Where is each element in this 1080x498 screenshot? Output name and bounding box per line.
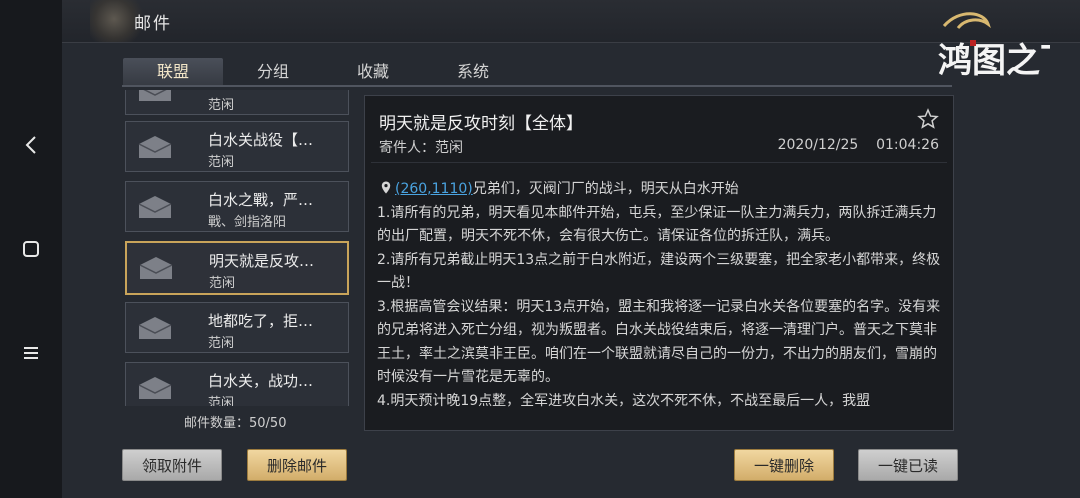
claim-attachments-button[interactable]: 领取附件 bbox=[122, 449, 222, 481]
top-bar: 邮件 bbox=[62, 0, 1080, 43]
mail-item[interactable]: 白水之戰，严… 戰、剑指洛阳 bbox=[125, 181, 349, 232]
back-icon[interactable] bbox=[14, 128, 48, 162]
envelope-icon bbox=[138, 136, 172, 158]
mail-sender: 范闲 bbox=[209, 276, 236, 291]
mail-item[interactable]: 范闲 bbox=[125, 90, 349, 115]
body-first-line: (260,1110)兄弟们，灭阀门厂的战斗，明天从白水开始 bbox=[377, 178, 943, 202]
mail-sender: 戰、剑指洛阳 bbox=[208, 215, 287, 230]
envelope-icon bbox=[138, 317, 172, 339]
tab-bar: 联盟 分组 收藏 系统 bbox=[120, 58, 1000, 86]
envelope-icon bbox=[139, 257, 173, 279]
body-paragraph: 2.请所有兄弟截止明天13点之前于白水附近，建设两个三级要塞，把全家老小都带来，… bbox=[377, 251, 941, 292]
tab-underline bbox=[122, 85, 952, 87]
mail-title: 白水之戰，严… bbox=[208, 191, 314, 209]
tab-alliance[interactable]: 联盟 bbox=[123, 58, 223, 86]
body-paragraph: 1.请所有的兄弟，明天看见本邮件开始，屯兵，至少保证一队主力满兵力，两队拆迁满兵… bbox=[377, 204, 937, 245]
mail-item-selected[interactable]: 明天就是反攻… 范闲 bbox=[125, 241, 349, 295]
mail-count: 邮件数量：50/50 bbox=[184, 416, 287, 431]
delete-mail-button[interactable]: 删除邮件 bbox=[247, 449, 347, 481]
location-pin-icon bbox=[381, 181, 391, 194]
mail-title: 白水关，战功… bbox=[208, 372, 314, 390]
tab-favorites[interactable]: 收藏 bbox=[323, 58, 423, 86]
body-paragraph: 4.明天预计晚19点整，全军进攻白水关，这次不死不休，不战至最后一人，我盟 bbox=[377, 392, 871, 409]
mail-detail: 明天就是反攻时刻【全体】 寄件人：范闲 2020/12/25 01:04:26 … bbox=[364, 95, 954, 431]
mail-detail-datetime: 2020/12/25 01:04:26 bbox=[778, 137, 939, 153]
mail-detail-title: 明天就是反攻时刻【全体】 bbox=[379, 114, 583, 134]
mail-time: 01:04:26 bbox=[876, 137, 939, 153]
mail-title: 白水关战役【… bbox=[208, 131, 314, 149]
mail-item[interactable]: 地都吃了，拒… 范闲 bbox=[125, 302, 349, 353]
mail-item[interactable]: 白水关，战功… 范闲 bbox=[125, 362, 349, 406]
mail-detail-sender: 寄件人：范闲 bbox=[379, 140, 463, 156]
mail-sender: 范闲 bbox=[208, 336, 235, 351]
mail-date: 2020/12/25 bbox=[777, 137, 859, 153]
divider bbox=[371, 162, 947, 163]
mail-sender: 范闲 bbox=[208, 155, 235, 170]
mail-item[interactable]: 白水关战役【… 范闲 bbox=[125, 121, 349, 172]
tab-group[interactable]: 分组 bbox=[223, 58, 323, 86]
tab-system[interactable]: 系统 bbox=[423, 58, 523, 86]
mail-title: 明天就是反攻… bbox=[209, 252, 315, 270]
body-paragraph: 3.根据高管会议结果：明天13点开始，盟主和我将逐一记录白水关各位要塞的名字。没… bbox=[377, 298, 941, 386]
envelope-icon bbox=[139, 90, 171, 101]
star-icon[interactable] bbox=[917, 108, 939, 130]
envelope-icon bbox=[138, 196, 172, 218]
envelope-icon bbox=[138, 377, 172, 399]
system-nav-bar bbox=[0, 0, 62, 498]
coordinate-link[interactable]: (260,1110) bbox=[395, 181, 473, 197]
page-title: 邮件 bbox=[134, 14, 172, 34]
menu-icon[interactable] bbox=[14, 336, 48, 370]
mail-list[interactable]: 范闲 白水关战役【… 范闲 白水之戰，严… 戰、剑指洛阳 明天就是反攻… 范闲 … bbox=[122, 90, 354, 406]
mail-body: (260,1110)兄弟们，灭阀门厂的战斗，明天从白水开始 1.请所有的兄弟，明… bbox=[377, 178, 943, 413]
mail-sender: 范闲 bbox=[208, 98, 235, 113]
body-first-line-text: 兄弟们，灭阀门厂的战斗，明天从白水开始 bbox=[472, 181, 739, 197]
home-icon[interactable] bbox=[14, 232, 48, 266]
delete-all-button[interactable]: 一键删除 bbox=[734, 449, 834, 481]
mark-all-read-button[interactable]: 一键已读 bbox=[858, 449, 958, 481]
mail-title: 地都吃了，拒… bbox=[208, 312, 314, 330]
mail-sender: 范闲 bbox=[208, 396, 235, 406]
